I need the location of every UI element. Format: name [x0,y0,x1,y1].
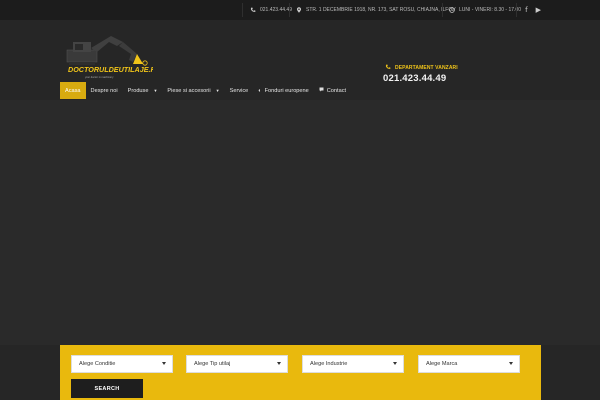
main-navigation: Acasa Despre noi Produse ▼ Piese si acce… [60,82,351,99]
search-button[interactable]: SEARCH [71,379,143,398]
topbar-phone[interactable]: 021.423.44.49 [250,0,292,20]
nav-item-label: Produse [127,87,149,94]
chevron-down-icon [393,362,397,365]
hero-slider [0,100,600,345]
caret-down-icon: ▼ [215,88,220,93]
equipment-search-panel: Alege Conditie Alege Tip utilaj Alege In… [60,345,541,400]
logo-tagline: your doctor in machinery [85,75,114,79]
select-value: Alege Conditie [79,361,116,367]
sales-department-label: DEPARTAMENT VANZARI [385,64,458,72]
select-value: Alege Industrie [310,361,348,367]
topbar-hours-text: LUNI - VINERI: 8.30 - 17.00 [459,7,521,13]
nav-item-label: Service [229,87,249,94]
nav-item-label: Fonduri europene [264,87,309,94]
nav-item-label: Acasa [65,87,81,94]
facebook-icon[interactable]: f [525,6,527,14]
phone-icon [250,7,256,13]
industry-select[interactable]: Alege Industrie [302,355,404,373]
nav-item-acasa[interactable]: Acasa [60,82,86,99]
nav-item-label: Contact [326,87,347,94]
topbar-address: STR. 1 DECEMBRIE 1918, NR. 173, SAT ROSU… [296,0,456,20]
nav-item-fonduri-europene[interactable]: ◐ Fonduri europene [253,82,314,99]
logo-text: DOCTORULDEUTILAJE.RO [68,65,153,74]
clock-icon [449,7,455,13]
youtube-icon[interactable]: ▶ [536,6,541,14]
department-label-text: DEPARTAMENT VANZARI [395,65,458,71]
select-value: Alege Marca [426,361,458,367]
nav-item-service[interactable]: Service [225,82,254,99]
divider [516,3,517,17]
condition-select[interactable]: Alege Conditie [71,355,173,373]
chat-icon [319,87,324,94]
sales-phone[interactable]: 021.423.44.49 [383,73,446,84]
chevron-down-icon [509,362,513,365]
half-circle-icon: ◐ [258,87,262,94]
nav-item-despre-noi[interactable]: Despre noi [86,82,123,99]
equipment-type-select[interactable]: Alege Tip utilaj [186,355,288,373]
divider [442,3,443,17]
social-links: f ▶ [525,0,541,20]
caret-down-icon: ▼ [153,88,158,93]
phone-icon [385,64,391,72]
site-logo[interactable]: DOCTORULDEUTILAJE.RO your doctor in mach… [63,32,162,80]
nav-item-contact[interactable]: Contact [314,82,351,99]
chevron-down-icon [277,362,281,365]
select-value: Alege Tip utilaj [194,361,231,367]
chevron-down-icon [162,362,166,365]
topbar-hours: LUNI - VINERI: 8.30 - 17.00 [449,0,521,20]
top-bar: 021.423.44.49 STR. 1 DECEMBRIE 1918, NR.… [0,0,600,20]
nav-item-label: Despre noi [90,87,118,94]
divider [242,3,243,17]
nav-item-piese-si-accesorii[interactable]: Piese si accesorii ▼ [162,82,224,99]
divider [289,3,290,17]
nav-item-label: Piese si accesorii [167,87,211,94]
topbar-phone-text: 021.423.44.49 [260,7,292,13]
topbar-address-text: STR. 1 DECEMBRIE 1918, NR. 173, SAT ROSU… [306,7,456,13]
brand-select[interactable]: Alege Marca [418,355,520,373]
nav-item-produse[interactable]: Produse ▼ [123,82,163,99]
map-pin-icon [296,7,302,13]
